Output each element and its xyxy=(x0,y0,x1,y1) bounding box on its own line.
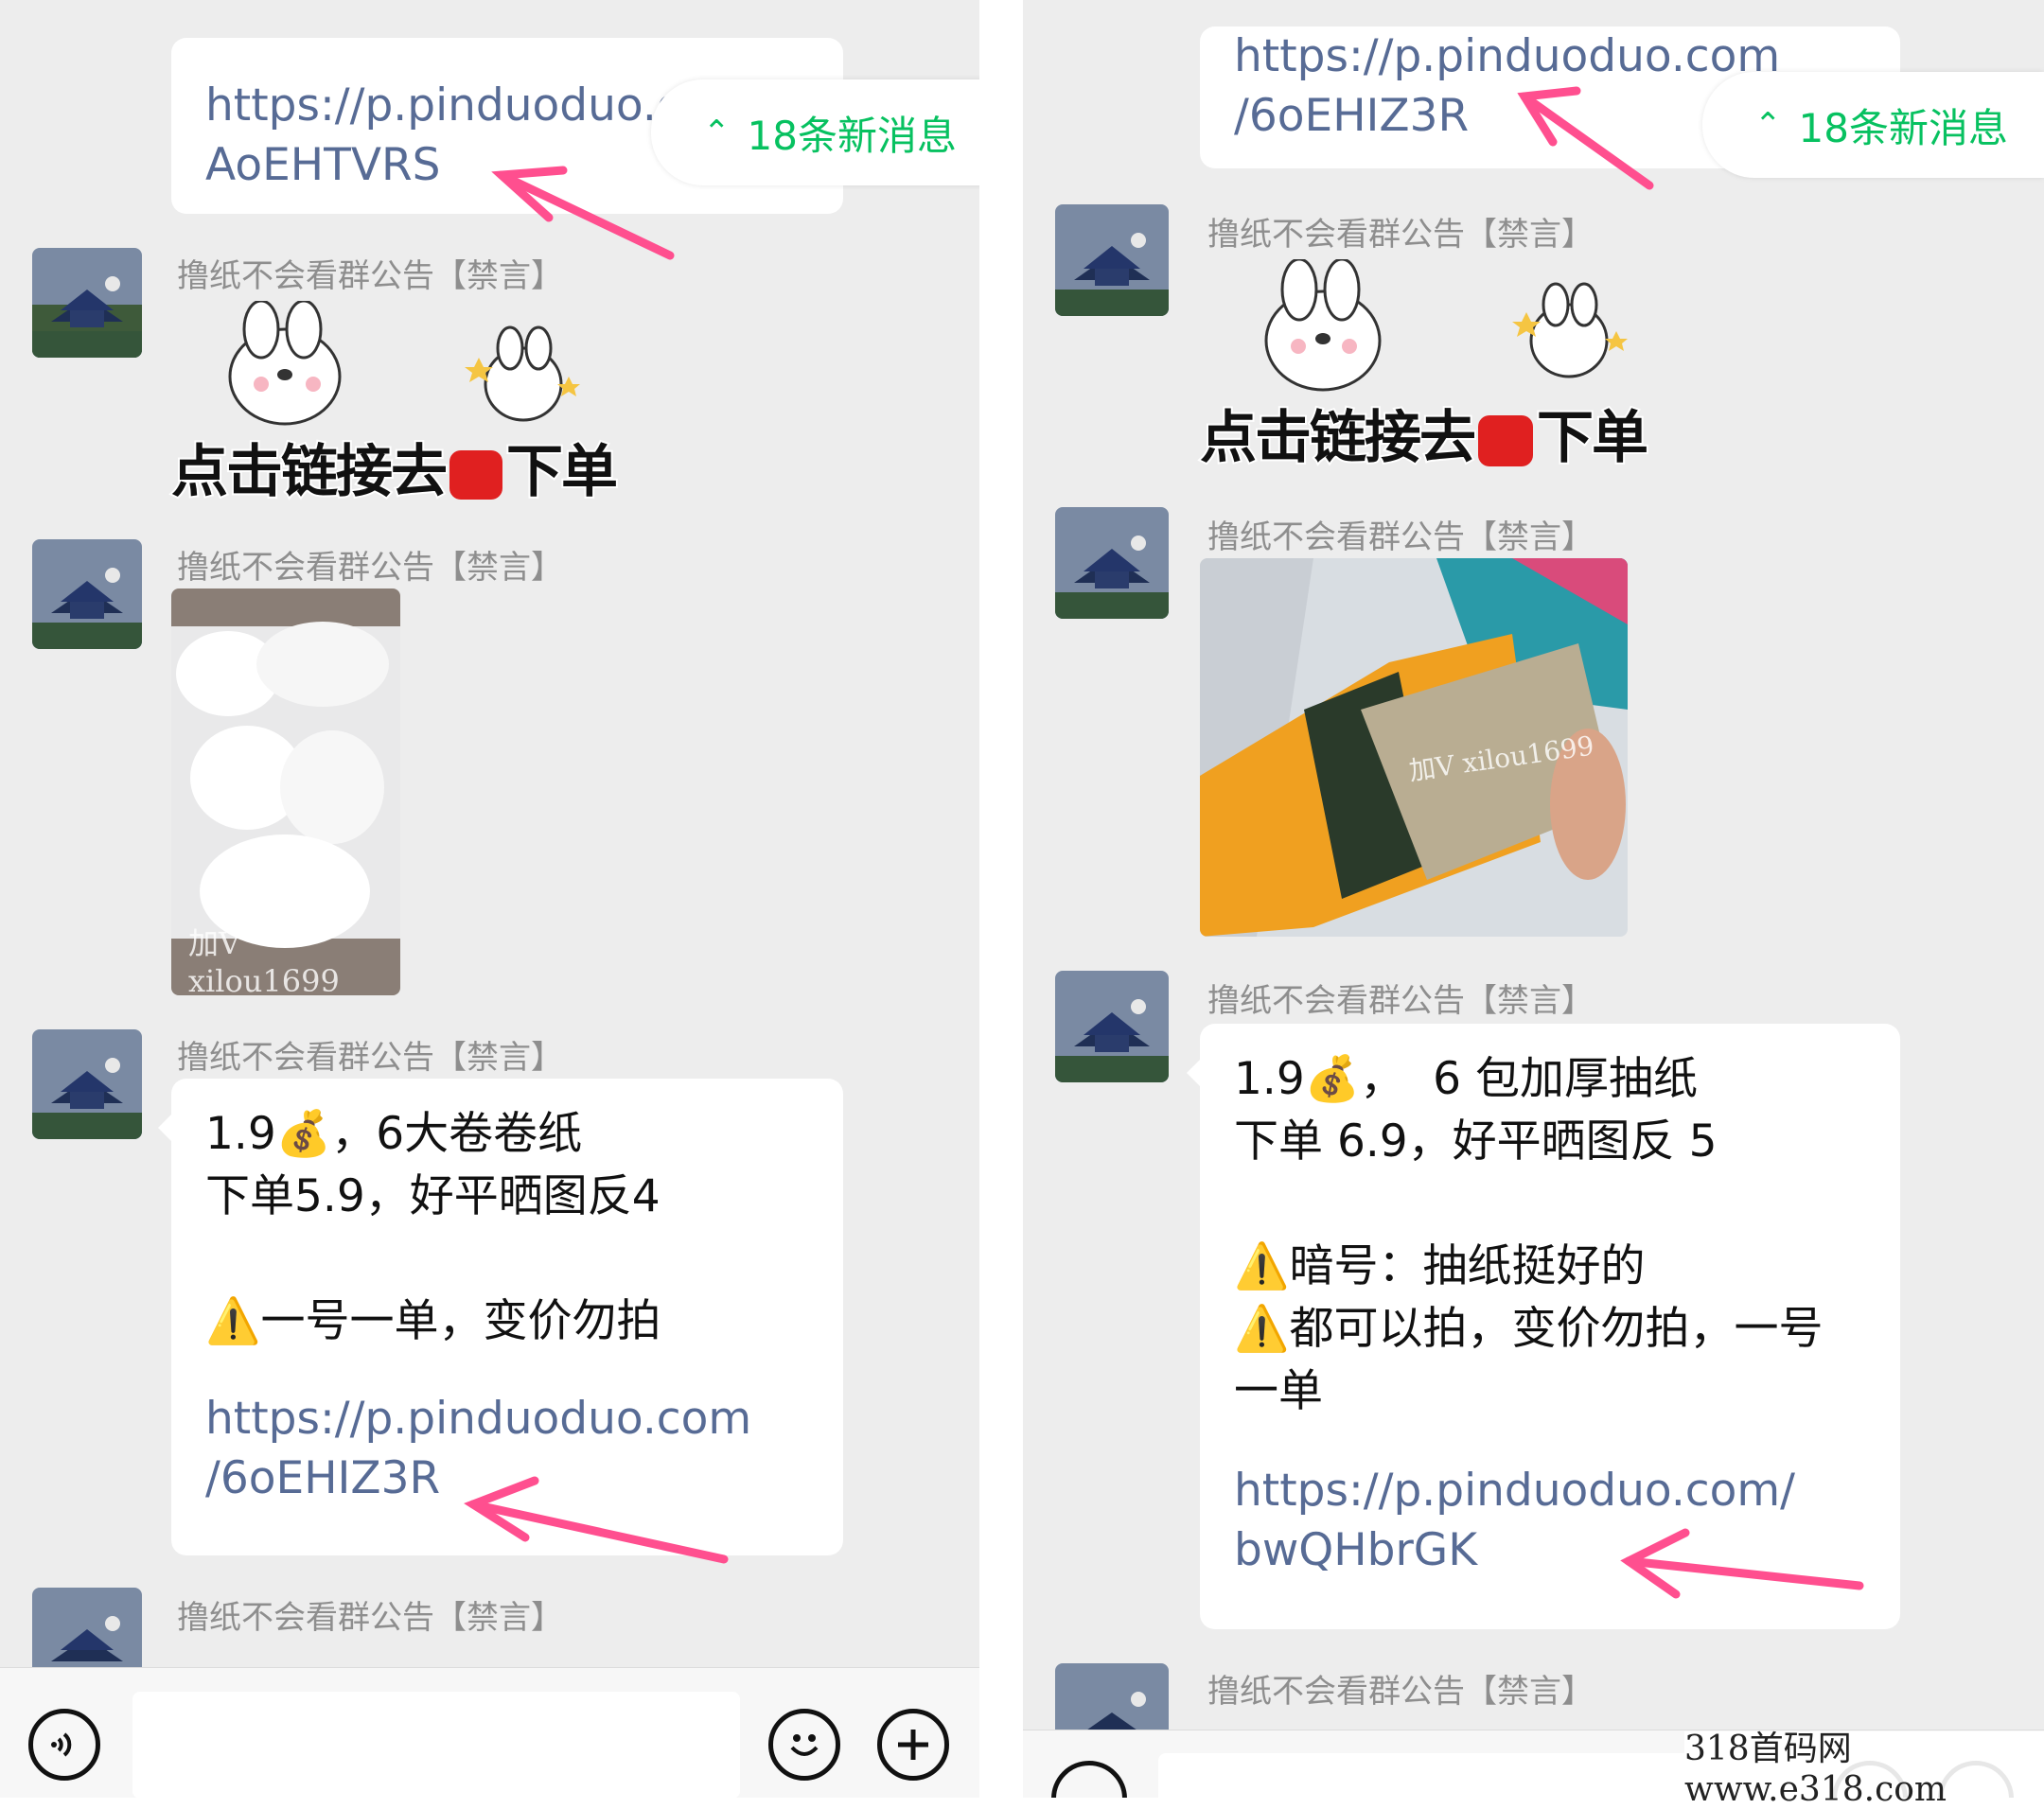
avatar-pagoda-image xyxy=(1055,971,1169,1082)
voice-icon[interactable] xyxy=(28,1709,100,1781)
avatar[interactable] xyxy=(32,248,142,358)
sender-name: 撸纸不会看群公告【禁言】 xyxy=(177,1039,563,1077)
sender-name: 撸纸不会看群公告【禁言】 xyxy=(177,257,563,295)
text-message-bubble[interactable]: 1.9💰， 6 包加厚抽纸 下单 6.9，好平晒图反 5 ⚠️暗号：抽纸挺好的 … xyxy=(1187,1024,1900,1629)
message-link[interactable]: https://p.pinduoduo.com /6oEHIZ3R xyxy=(205,1389,809,1508)
message-text: 1.9💰，6大卷卷纸 下单5.9，好平晒图反4 ⚠️一号一单，变价勿拍 xyxy=(205,1108,661,1347)
message-text: 1.9💰， 6 包加厚抽纸 下单 6.9，好平晒图反 5 ⚠️暗号：抽纸挺好的 … xyxy=(1234,1053,1824,1417)
input-bar xyxy=(0,1667,979,1798)
chevron-up-icon: ⌃ xyxy=(703,114,731,151)
plus-icon[interactable] xyxy=(877,1709,949,1781)
chat-panel-left: https://p.pinduoduo.co AoEHTVRS ⌃ 18条新消息… xyxy=(0,0,979,1798)
sticker-message[interactable]: 点击链接去 下单 xyxy=(1198,257,1650,473)
avatar-pagoda-image xyxy=(1055,204,1169,316)
avatar-pagoda-image xyxy=(1055,507,1169,619)
text-message-bubble[interactable]: 1.9💰，6大卷卷纸 下单5.9，好平晒图反4 ⚠️一号一单，变价勿拍 http… xyxy=(158,1079,843,1555)
avatar[interactable] xyxy=(32,1029,142,1139)
avatar[interactable] xyxy=(1055,507,1169,619)
photo-message-tissue-pack[interactable]: 加V xilou1699 xyxy=(1200,558,1628,937)
sender-name: 撸纸不会看群公告【禁言】 xyxy=(177,1599,563,1637)
message-input[interactable] xyxy=(132,1692,740,1798)
site-watermark: 318首码网 www.e318.com xyxy=(1684,1730,2044,1809)
photo-watermark: 加V xilou1699 xyxy=(188,925,340,995)
chat-panel-right: https://p.pinduoduo.com /6oEHIZ3R ⌃ 18条新… xyxy=(1023,0,2044,1798)
chevron-up-icon: ⌃ xyxy=(1754,106,1782,144)
avatar-pagoda-image xyxy=(32,539,142,649)
new-messages-count: 18条新消息 xyxy=(747,112,957,159)
sender-name: 撸纸不会看群公告【禁言】 xyxy=(1207,216,1594,254)
avatar-pagoda-image xyxy=(32,1029,142,1139)
sticker-caption: 点击链接去 下单 xyxy=(1198,403,1650,473)
sticker-caption: 点击链接去 下单 xyxy=(169,437,620,507)
avatar[interactable] xyxy=(1055,204,1169,316)
avatar[interactable] xyxy=(1055,971,1169,1082)
voice-icon[interactable] xyxy=(1051,1761,1127,1798)
pinduoduo-logo-icon xyxy=(1478,415,1533,467)
new-messages-button[interactable]: ⌃ 18条新消息 xyxy=(1702,72,2044,178)
photo-message-toilet-rolls[interactable]: 加V xilou1699 xyxy=(171,588,400,995)
sender-name: 撸纸不会看群公告【禁言】 xyxy=(1207,518,1594,556)
avatar[interactable] xyxy=(32,539,142,649)
emoji-icon[interactable] xyxy=(768,1709,840,1781)
message-link[interactable]: https://p.pinduoduo.com/ bwQHbrGK xyxy=(1234,1461,1866,1580)
new-messages-button[interactable]: ⌃ 18条新消息 xyxy=(651,79,979,185)
new-messages-count: 18条新消息 xyxy=(1798,104,2008,151)
avatar-pagoda-image xyxy=(32,248,142,358)
sticker-message[interactable]: 点击链接去 下单 xyxy=(169,299,620,507)
sender-name: 撸纸不会看群公告【禁言】 xyxy=(1207,982,1594,1020)
sender-name: 撸纸不会看群公告【禁言】 xyxy=(1207,1673,1594,1711)
pinduoduo-logo-icon xyxy=(449,450,502,501)
sender-name: 撸纸不会看群公告【禁言】 xyxy=(177,549,563,587)
